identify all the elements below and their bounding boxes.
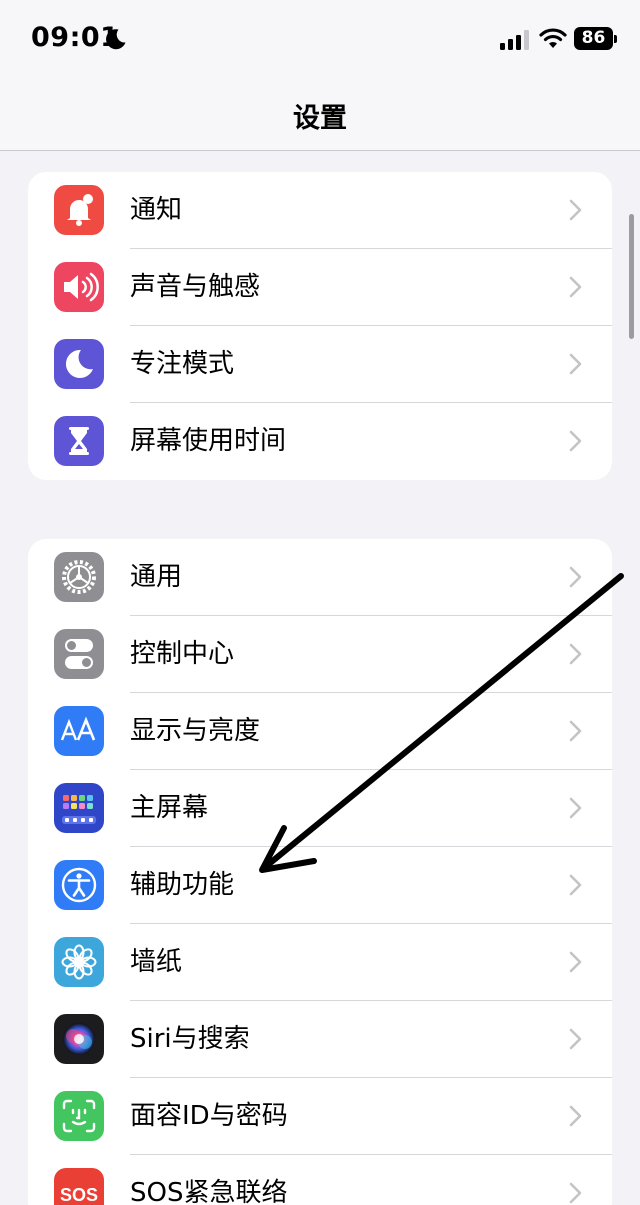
flower-icon [54, 937, 104, 987]
settings-row-label: 专注模式 [130, 349, 235, 379]
settings-row-label: 辅助功能 [130, 870, 235, 900]
chevron-right-icon [569, 353, 582, 375]
moon-icon [54, 339, 104, 389]
chevron-right-icon [569, 1105, 582, 1127]
battery-level: 86 [581, 28, 606, 48]
settings-row-home-screen[interactable]: 主屏幕 [28, 770, 612, 847]
wifi-icon [539, 28, 567, 48]
settings-row-emergency-sos[interactable]: SOS SOS紧急联络 [28, 1155, 612, 1205]
settings-group-1: 通知 声音与触感 专注模式 屏幕使用时间 [28, 172, 612, 480]
chevron-right-icon [569, 430, 582, 452]
status-bar: 09:01 86 [0, 0, 640, 80]
home-grid-icon [54, 783, 104, 833]
chevron-right-icon [569, 199, 582, 221]
face-id-icon [54, 1091, 104, 1141]
settings-row-label: 声音与触感 [130, 272, 261, 302]
scroll-indicator[interactable] [629, 214, 634, 339]
speaker-icon [54, 262, 104, 312]
settings-row-general[interactable]: 通用 [28, 539, 612, 616]
settings-row-label: SOS紧急联络 [130, 1178, 288, 1205]
siri-icon [54, 1014, 104, 1064]
settings-row-label: 墙纸 [130, 947, 183, 977]
focus-moon-icon [106, 29, 126, 50]
settings-row-siri-search[interactable]: Siri与搜索 [28, 1001, 612, 1078]
accessibility-icon [54, 860, 104, 910]
settings-row-sounds-haptics[interactable]: 声音与触感 [28, 249, 612, 326]
chevron-right-icon [569, 1028, 582, 1050]
page-title: 设置 [293, 103, 347, 134]
settings-row-screen-time[interactable]: 屏幕使用时间 [28, 403, 612, 480]
settings-row-label: 屏幕使用时间 [130, 426, 287, 456]
battery-cap [614, 35, 617, 43]
settings-row-label: 通知 [130, 195, 183, 225]
settings-row-control-center[interactable]: 控制中心 [28, 616, 612, 693]
settings-row-wallpaper[interactable]: 墙纸 [28, 924, 612, 1001]
chevron-right-icon [569, 1182, 582, 1204]
chevron-right-icon [569, 951, 582, 973]
settings-row-focus[interactable]: 专注模式 [28, 326, 612, 403]
settings-row-notifications[interactable]: 通知 [28, 172, 612, 249]
chevron-right-icon [569, 720, 582, 742]
settings-group-2: 通用 控制中心 显示与亮度 主屏幕 辅助功能 墙纸 Siri与搜索 面容ID与密… [28, 539, 612, 1205]
settings-row-face-id-passcode[interactable]: 面容ID与密码 [28, 1078, 612, 1155]
chevron-right-icon [569, 566, 582, 588]
settings-row-accessibility[interactable]: 辅助功能 [28, 847, 612, 924]
bell-badge-icon [54, 185, 104, 235]
text-size-icon [54, 706, 104, 756]
chevron-right-icon [569, 643, 582, 665]
chevron-right-icon [569, 276, 582, 298]
settings-row-label: 控制中心 [130, 639, 235, 669]
settings-row-label: 通用 [130, 562, 183, 592]
sos-icon: SOS [54, 1168, 104, 1205]
chevron-right-icon [569, 874, 582, 896]
navigation-bar: 设置 [0, 80, 640, 151]
settings-row-label: Siri与搜索 [130, 1024, 250, 1054]
settings-row-label: 主屏幕 [130, 793, 209, 823]
hourglass-icon [54, 416, 104, 466]
cellular-signal-icon [500, 30, 529, 50]
chevron-right-icon [569, 797, 582, 819]
toggles-icon [54, 629, 104, 679]
battery-indicator: 86 [574, 27, 618, 50]
gear-icon [54, 552, 104, 602]
settings-row-label: 显示与亮度 [130, 716, 261, 746]
settings-row-display-brightness[interactable]: 显示与亮度 [28, 693, 612, 770]
settings-row-label: 面容ID与密码 [130, 1101, 288, 1131]
sos-icon-text: SOS [60, 1185, 98, 1205]
